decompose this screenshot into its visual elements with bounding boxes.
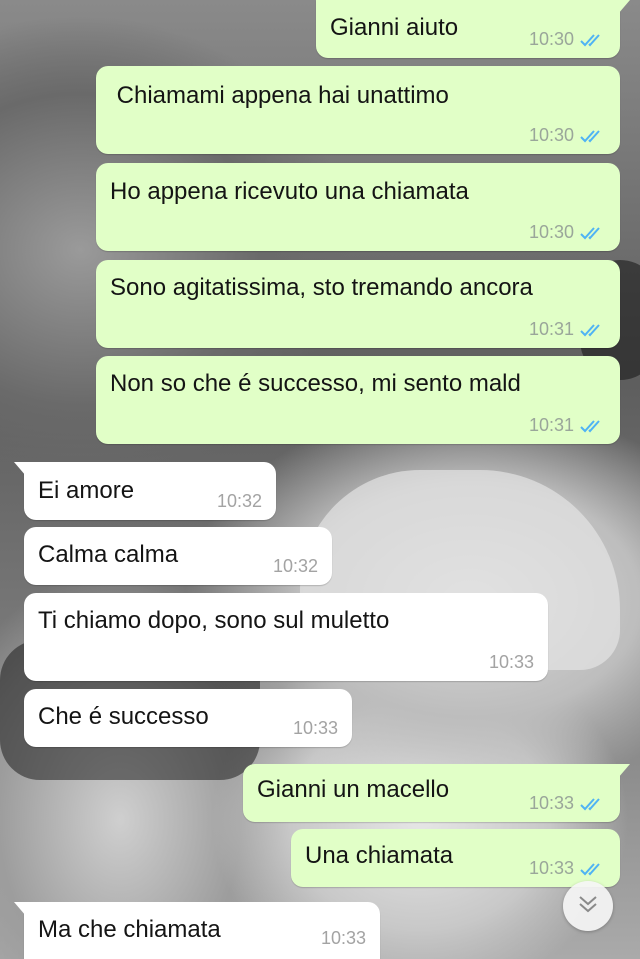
message-text: Non so che é successo, mi sento mald	[110, 370, 521, 397]
double-check-icon	[580, 225, 606, 241]
message-meta: 10:30	[529, 29, 606, 50]
message-meta: 10:31	[529, 415, 606, 436]
message-text: Gianni un macello	[257, 776, 450, 803]
message-time: 10:30	[528, 222, 574, 242]
message-text: Sono agitatissima, sto tremando ancora	[110, 274, 533, 301]
message-time: 10:30	[528, 125, 574, 145]
message-time: 10:33	[488, 652, 534, 672]
double-check-icon	[580, 128, 606, 144]
message-time: 10:33	[292, 718, 338, 738]
message-time: 10:33	[320, 928, 366, 948]
message-time: 10:33	[528, 793, 574, 813]
double-check-icon	[580, 796, 606, 812]
outgoing-message[interactable]: Sono agitatissima, sto tremando ancora 1…	[96, 260, 620, 348]
message-text: Chiamami appena hai unattimo	[110, 82, 449, 109]
incoming-message[interactable]: Che é successo 10:33	[24, 689, 352, 747]
outgoing-message[interactable]: Non so che é successo, mi sento mald 10:…	[96, 356, 620, 444]
message-text: Calma calma	[38, 541, 179, 568]
message-meta: 10:33	[489, 652, 534, 673]
message-list[interactable]: Gianni aiuto 10:30 Chiamami appena hai u…	[0, 0, 640, 959]
message-meta: 10:30	[529, 222, 606, 243]
chevron-double-down-icon	[576, 894, 600, 919]
message-meta: 10:33	[529, 858, 606, 879]
message-text: Ti chiamo dopo, sono sul muletto	[38, 607, 390, 634]
message-meta: 10:32	[273, 556, 318, 577]
message-time: 10:33	[528, 858, 574, 878]
message-text: Ma che chiamata	[38, 916, 221, 943]
message-meta: 10:33	[321, 928, 366, 949]
outgoing-message[interactable]: Ho appena ricevuto una chiamata 10:30	[96, 163, 620, 251]
message-time: 10:31	[528, 415, 574, 435]
outgoing-message[interactable]: Chiamami appena hai unattimo 10:30	[96, 66, 620, 154]
message-time: 10:30	[528, 29, 574, 49]
double-check-icon	[580, 861, 606, 877]
message-text: Ei amore	[38, 477, 135, 504]
message-text: Gianni aiuto	[330, 14, 459, 41]
message-text: Una chiamata	[305, 842, 454, 869]
incoming-message[interactable]: Calma calma 10:32	[24, 527, 332, 585]
outgoing-message[interactable]: Gianni aiuto 10:30	[316, 0, 630, 58]
message-time: 10:31	[528, 319, 574, 339]
message-text: Che é successo	[38, 703, 209, 730]
message-meta: 10:33	[293, 718, 338, 739]
double-check-icon	[580, 418, 606, 434]
double-check-icon	[580, 32, 606, 48]
message-meta: 10:32	[217, 491, 262, 512]
outgoing-message[interactable]: Gianni un macello 10:33	[243, 764, 630, 822]
message-text: Ho appena ricevuto una chiamata	[110, 178, 469, 205]
double-check-icon	[580, 322, 606, 338]
incoming-message[interactable]: Ei amore 10:32	[14, 462, 276, 520]
message-meta: 10:33	[529, 793, 606, 814]
incoming-message[interactable]: Ti chiamo dopo, sono sul muletto 10:33	[24, 593, 548, 681]
outgoing-message[interactable]: Una chiamata 10:33	[291, 829, 620, 887]
message-time: 10:32	[272, 556, 318, 576]
message-meta: 10:31	[529, 319, 606, 340]
message-meta: 10:30	[529, 125, 606, 146]
message-time: 10:32	[216, 491, 262, 511]
scroll-to-bottom-button[interactable]	[563, 881, 613, 931]
incoming-message[interactable]: Ma che chiamata 10:33	[14, 902, 380, 959]
